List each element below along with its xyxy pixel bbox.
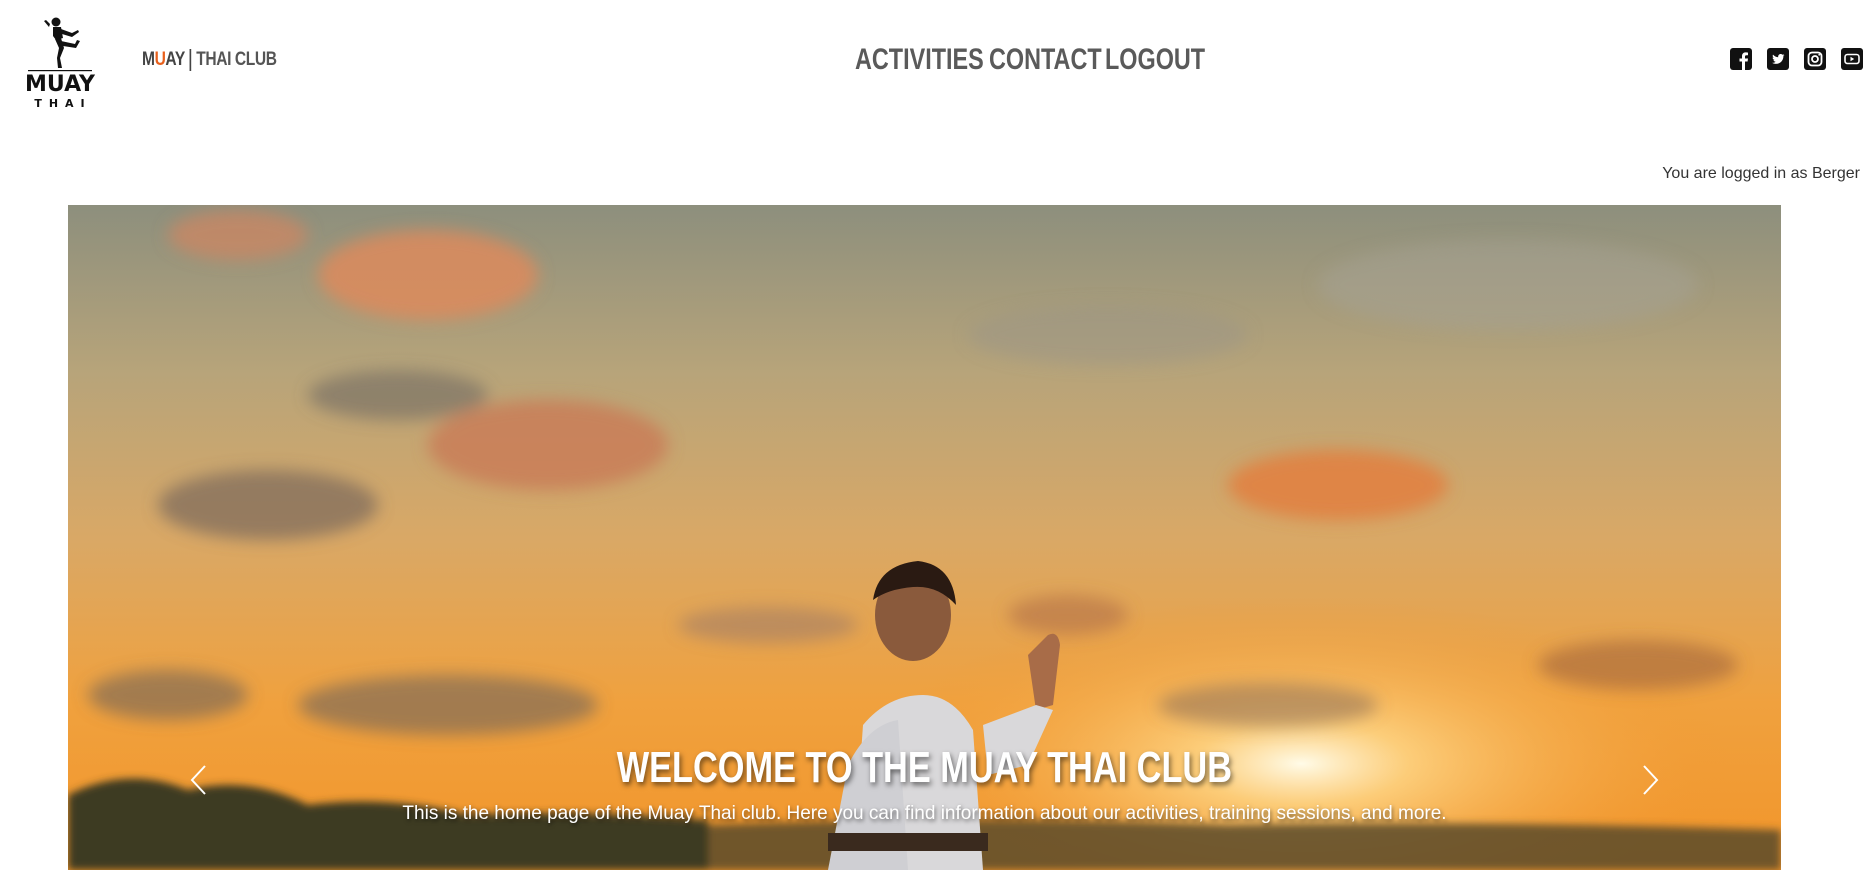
hero-caption: WELCOME TO THE MUAY THAI CLUB This is th… — [68, 743, 1781, 825]
facebook-icon[interactable] — [1730, 48, 1752, 70]
social-links — [1730, 48, 1863, 70]
main-nav: ACTIVITIES CONTACT LOGOUT — [855, 40, 1205, 80]
hero-title: WELCOME TO THE MUAY THAI CLUB — [616, 743, 1233, 792]
carousel-next-button[interactable] — [1621, 745, 1681, 815]
youtube-icon[interactable] — [1841, 48, 1863, 70]
logo-text-thai: THAI — [34, 97, 92, 110]
nav-item-logout: LOGOUT — [1105, 40, 1205, 80]
hero-text: This is the home page of the Muay Thai c… — [402, 803, 1447, 824]
brand-letter-u: U — [154, 49, 166, 70]
nav-link-contact[interactable]: CONTACT — [989, 40, 1102, 80]
hero-slide: WELCOME TO THE MUAY THAI CLUB This is th… — [68, 205, 1781, 870]
nav-link-logout[interactable]: LOGOUT — [1105, 40, 1205, 80]
brand-name[interactable]: M U AY THAI CLUB — [142, 47, 277, 73]
chevron-right-icon — [1643, 765, 1659, 795]
nav-item-activities: ACTIVITIES — [855, 40, 984, 80]
chevron-left-icon — [190, 765, 206, 795]
brand-letter-m: M — [142, 49, 155, 70]
instagram-icon[interactable] — [1804, 48, 1826, 70]
hero-carousel: WELCOME TO THE MUAY THAI CLUB This is th… — [68, 205, 1781, 870]
brand-separator — [189, 49, 192, 71]
logo[interactable]: MUAY THAI — [20, 14, 100, 110]
brand-letters-ay: AY — [165, 49, 185, 70]
twitter-icon[interactable] — [1767, 48, 1789, 70]
nav-link-activities[interactable]: ACTIVITIES — [855, 40, 984, 80]
logo-text-muay: MUAY — [25, 72, 95, 97]
brand-club: THAI CLUB — [196, 49, 277, 70]
site-header: MUAY THAI M U AY THAI CLUB ACTIVITIES CO… — [0, 0, 1872, 130]
login-status: You are logged in as Berger — [1662, 165, 1860, 182]
fighter-silhouette-icon — [28, 17, 92, 72]
carousel-prev-button[interactable] — [168, 745, 228, 815]
nav-item-contact: CONTACT — [989, 40, 1102, 80]
